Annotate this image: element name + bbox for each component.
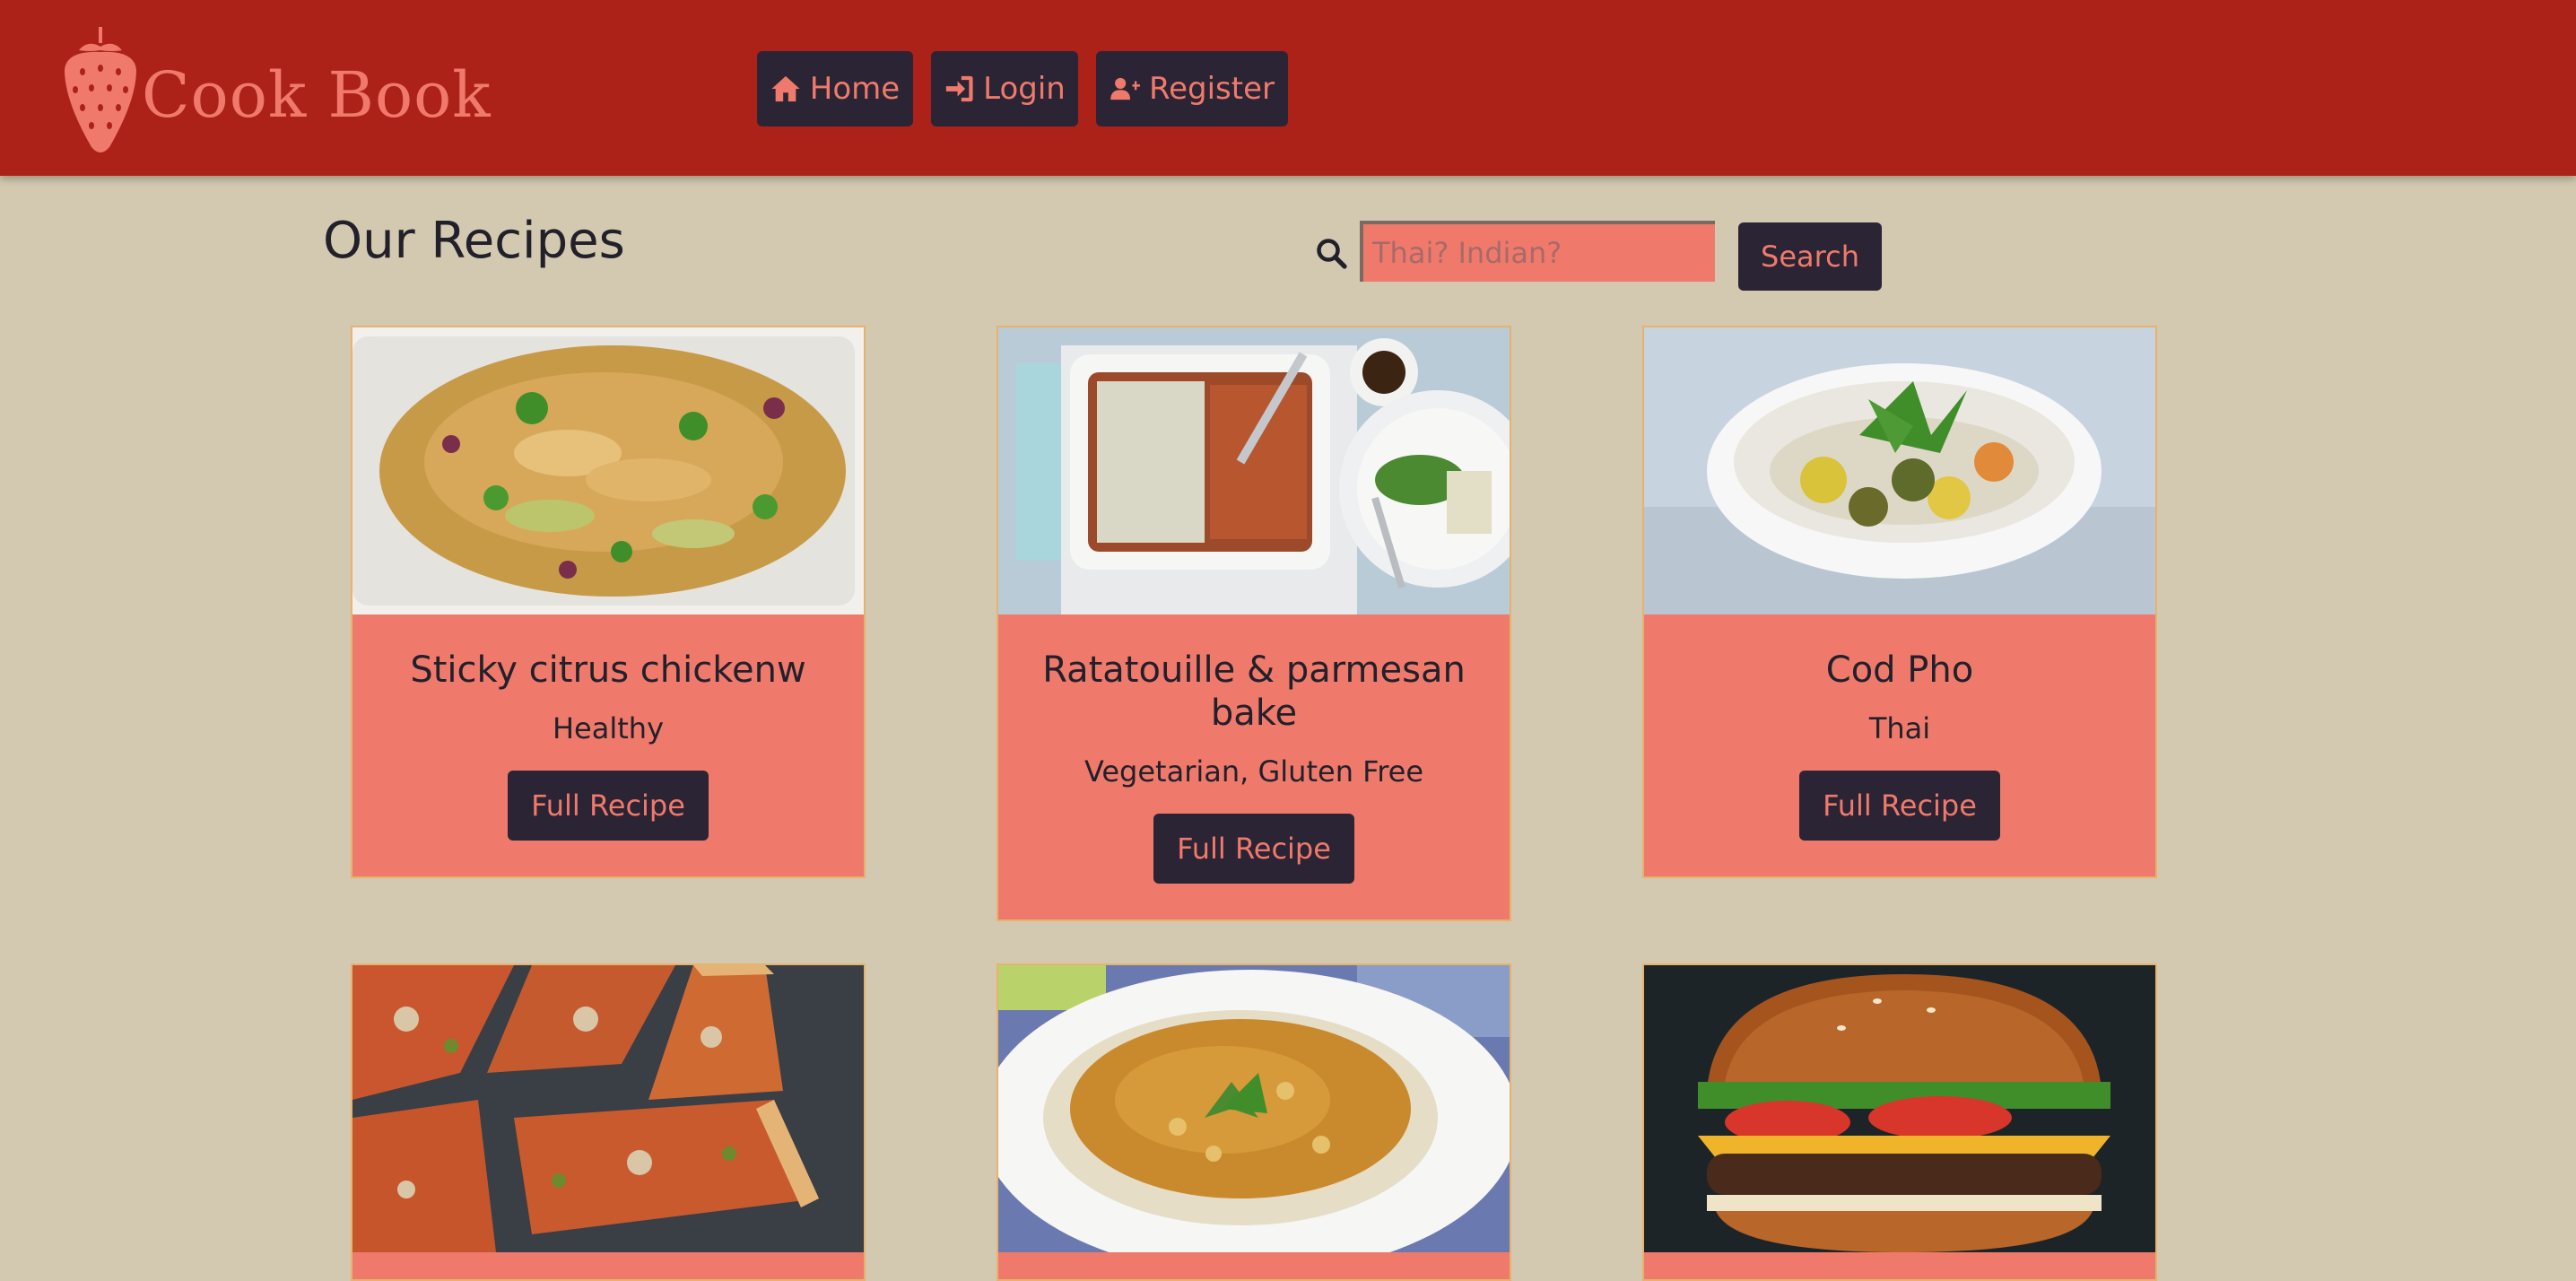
nav-home-button[interactable]: Home <box>757 51 913 126</box>
recipe-tags: Healthy <box>552 711 664 745</box>
add-user-icon <box>1110 77 1140 100</box>
recipe-tags: Vegetarian, Gluten Free <box>1083 754 1424 789</box>
search-button[interactable]: Search <box>1738 222 1882 291</box>
recipe-title: Cod Pho <box>1825 649 1974 691</box>
brand-name: Cook Book <box>142 58 492 132</box>
recipe-title: Ratatouille & parmesan bake <box>1042 649 1466 734</box>
full-recipe-button[interactable]: Full Recipe <box>1799 771 2000 841</box>
page-title: Our Recipes <box>323 212 625 270</box>
full-recipe-button[interactable]: Full Recipe <box>508 771 709 841</box>
recipe-photo-ratatouille <box>998 327 1510 614</box>
recipe-photo-cod-pho <box>1644 327 2155 614</box>
recipe-tags: Thai <box>1868 711 1931 745</box>
nav-register-label: Register <box>1149 71 1275 107</box>
recipe-card: Sticky citrus chickenw Healthy Full Reci… <box>351 326 866 878</box>
strawberry-icon <box>65 27 136 153</box>
recipe-title: Sticky citrus chickenw <box>410 649 806 691</box>
recipe-card <box>351 963 866 1281</box>
recipe-card <box>1642 963 2157 1281</box>
brand-logo[interactable]: Cook Book <box>56 23 492 158</box>
home-icon <box>771 75 800 102</box>
recipe-photo-chicken <box>352 327 864 614</box>
recipe-card: Cod Pho Thai Full Recipe <box>1642 326 2157 878</box>
recipe-photo-pizza <box>352 965 864 1252</box>
search-icon <box>1317 239 1347 269</box>
navbar: Cook Book Home Login Register <box>0 0 2576 176</box>
nav-home-label: Home <box>809 71 901 107</box>
full-recipe-button[interactable]: Full Recipe <box>1153 814 1354 884</box>
recipe-card <box>996 963 1511 1281</box>
nav-login-label: Login <box>983 71 1066 107</box>
search-input[interactable] <box>1360 221 1715 282</box>
login-icon <box>945 75 973 102</box>
recipe-photo-curry <box>998 965 1510 1252</box>
recipe-card: Ratatouille & parmesan bake Vegetarian, … <box>996 326 1511 921</box>
nav-login-button[interactable]: Login <box>931 51 1078 126</box>
nav-register-button[interactable]: Register <box>1096 51 1288 126</box>
recipe-photo-burger <box>1644 965 2155 1252</box>
